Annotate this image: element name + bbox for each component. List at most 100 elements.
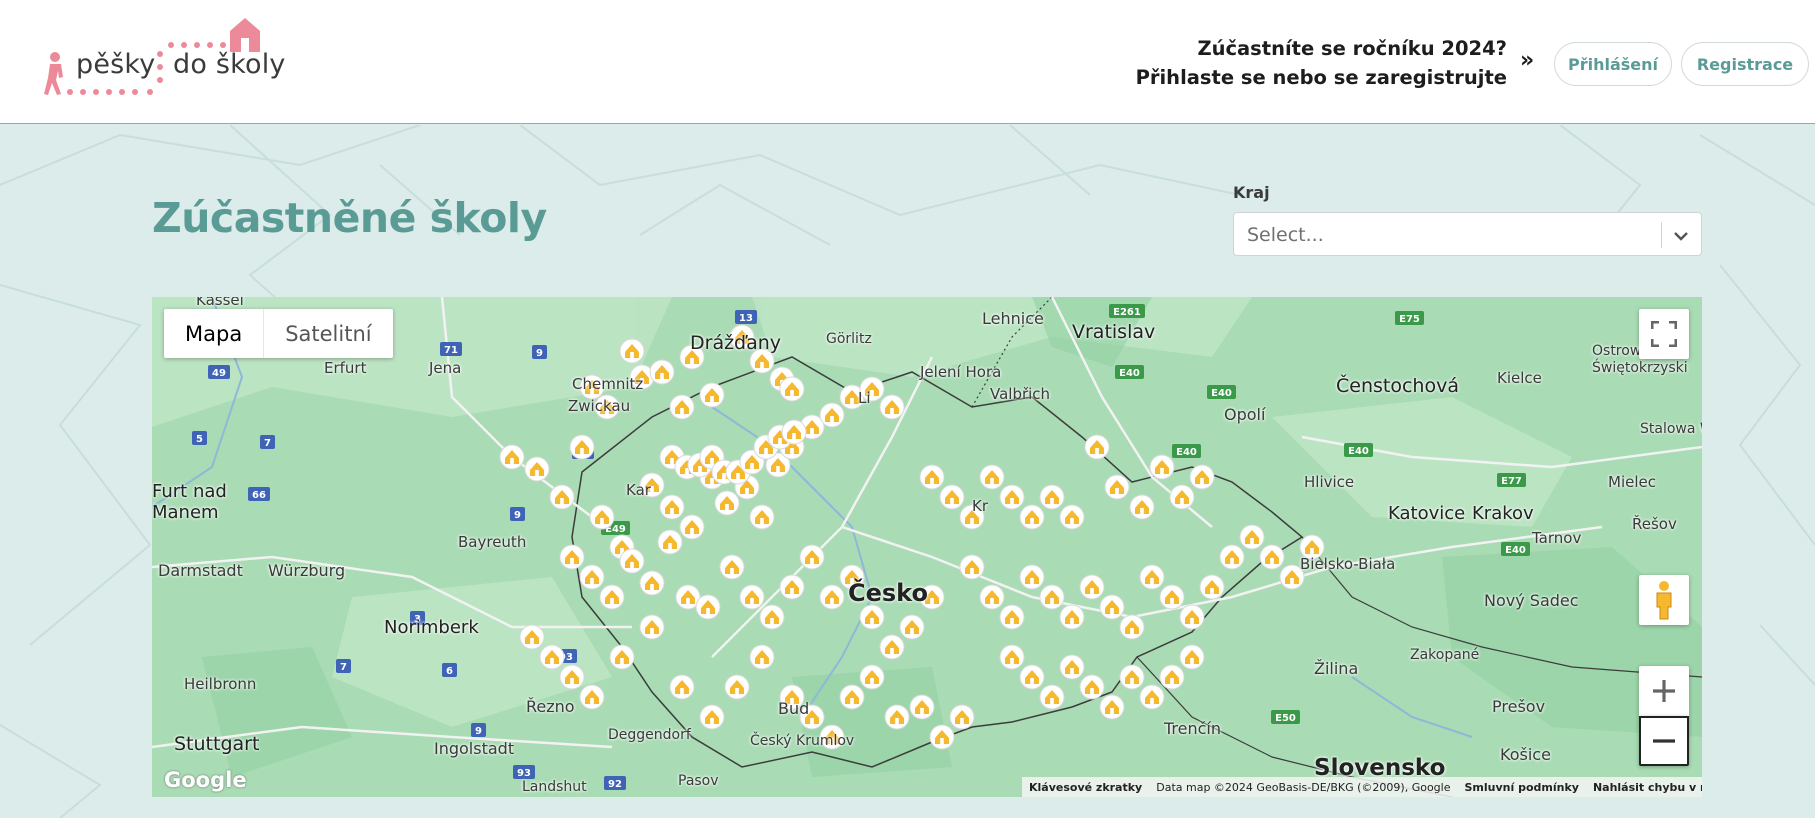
school-marker[interactable] — [1139, 684, 1165, 710]
school-marker[interactable] — [1019, 664, 1045, 690]
school-marker[interactable] — [1189, 464, 1215, 490]
school-marker[interactable] — [1149, 454, 1175, 480]
report-error-link[interactable]: Nahlásit chybu v mapě — [1586, 781, 1702, 794]
region-select[interactable]: Select... — [1233, 212, 1702, 256]
map-type-satellite-button[interactable]: Satelitní — [263, 309, 392, 358]
school-marker[interactable] — [979, 584, 1005, 610]
school-marker[interactable] — [1039, 684, 1065, 710]
school-marker[interactable] — [695, 594, 721, 620]
school-marker[interactable] — [1079, 674, 1105, 700]
school-marker[interactable] — [619, 548, 645, 574]
school-marker[interactable] — [1159, 664, 1185, 690]
school-marker[interactable] — [779, 574, 805, 600]
school-marker[interactable] — [1099, 694, 1125, 720]
school-marker[interactable] — [959, 554, 985, 580]
terms-link[interactable]: Smluvní podmínky — [1457, 781, 1585, 794]
school-marker[interactable] — [639, 614, 665, 640]
school-marker[interactable] — [939, 484, 965, 510]
school-marker[interactable] — [649, 359, 675, 385]
school-marker[interactable] — [749, 504, 775, 530]
school-marker[interactable] — [739, 584, 765, 610]
school-marker[interactable] — [749, 644, 775, 670]
school-marker[interactable] — [1199, 574, 1225, 600]
school-marker[interactable] — [669, 394, 695, 420]
school-marker[interactable] — [724, 674, 750, 700]
school-marker[interactable] — [949, 704, 975, 730]
school-marker[interactable] — [1259, 544, 1285, 570]
chevron-down-icon[interactable] — [1671, 226, 1691, 246]
school-marker[interactable] — [1219, 544, 1245, 570]
school-marker[interactable] — [549, 484, 575, 510]
school-marker[interactable] — [699, 382, 725, 408]
map-type-map-button[interactable]: Mapa — [164, 309, 263, 358]
school-marker[interactable] — [1139, 564, 1165, 590]
school-marker[interactable] — [1119, 664, 1145, 690]
school-marker[interactable] — [1119, 614, 1145, 640]
school-marker[interactable] — [1169, 484, 1195, 510]
keyboard-shortcuts-link[interactable]: Klávesové zkratky — [1022, 781, 1149, 794]
school-marker[interactable] — [859, 664, 885, 690]
school-marker[interactable] — [699, 704, 725, 730]
school-marker[interactable] — [559, 544, 585, 570]
school-marker[interactable] — [599, 584, 625, 610]
school-marker[interactable] — [669, 674, 695, 700]
register-button[interactable]: Registrace — [1681, 42, 1809, 86]
school-marker[interactable] — [1059, 654, 1085, 680]
school-marker[interactable] — [781, 419, 807, 445]
school-marker[interactable] — [759, 604, 785, 630]
school-marker[interactable] — [999, 604, 1025, 630]
school-marker[interactable] — [524, 456, 550, 482]
school-marker[interactable] — [919, 464, 945, 490]
street-view-pegman[interactable] — [1639, 575, 1689, 625]
school-marker[interactable] — [999, 484, 1025, 510]
school-marker[interactable] — [1039, 584, 1065, 610]
school-marker[interactable] — [839, 684, 865, 710]
school-marker[interactable] — [519, 624, 545, 650]
school-marker[interactable] — [884, 704, 910, 730]
school-marker[interactable] — [1239, 524, 1265, 550]
school-marker[interactable] — [639, 570, 665, 596]
school-marker[interactable] — [1079, 574, 1105, 600]
school-marker[interactable] — [1179, 644, 1205, 670]
school-marker[interactable] — [1159, 584, 1185, 610]
school-marker[interactable] — [819, 402, 845, 428]
school-marker[interactable] — [609, 644, 635, 670]
school-marker[interactable] — [879, 394, 905, 420]
school-marker[interactable] — [679, 514, 705, 540]
school-marker[interactable] — [559, 664, 585, 690]
school-marker[interactable] — [879, 634, 905, 660]
schools-map[interactable]: 4971913E261E75E40E40E40E40E7772669E49393… — [152, 297, 1702, 797]
school-marker[interactable] — [579, 564, 605, 590]
school-marker[interactable] — [1099, 594, 1125, 620]
site-logo[interactable]: pěšky do školy — [40, 10, 300, 100]
school-marker[interactable] — [659, 494, 685, 520]
school-marker[interactable] — [539, 644, 565, 670]
school-marker[interactable] — [799, 544, 825, 570]
school-marker[interactable] — [1019, 504, 1045, 530]
school-marker[interactable] — [619, 338, 645, 364]
school-marker[interactable] — [1104, 474, 1130, 500]
school-marker[interactable] — [1059, 504, 1085, 530]
school-marker[interactable] — [1039, 484, 1065, 510]
school-marker[interactable] — [1019, 564, 1045, 590]
school-marker[interactable] — [499, 444, 525, 470]
google-logo[interactable]: Google — [164, 768, 247, 792]
school-marker[interactable] — [1084, 434, 1110, 460]
school-marker[interactable] — [899, 614, 925, 640]
zoom-in-button[interactable] — [1639, 666, 1689, 716]
school-marker[interactable] — [929, 724, 955, 750]
school-marker[interactable] — [1179, 604, 1205, 630]
school-marker[interactable] — [979, 464, 1005, 490]
school-marker[interactable] — [657, 529, 683, 555]
school-marker[interactable] — [779, 376, 805, 402]
school-marker[interactable] — [714, 490, 740, 516]
fullscreen-button[interactable] — [1639, 309, 1689, 359]
school-marker[interactable] — [859, 604, 885, 630]
school-marker[interactable] — [1059, 604, 1085, 630]
zoom-out-button[interactable] — [1639, 716, 1689, 766]
school-marker[interactable] — [579, 684, 605, 710]
school-marker[interactable] — [819, 584, 845, 610]
school-marker[interactable] — [1129, 494, 1155, 520]
login-button[interactable]: Přihlášení — [1554, 42, 1672, 86]
school-marker[interactable] — [569, 434, 595, 460]
